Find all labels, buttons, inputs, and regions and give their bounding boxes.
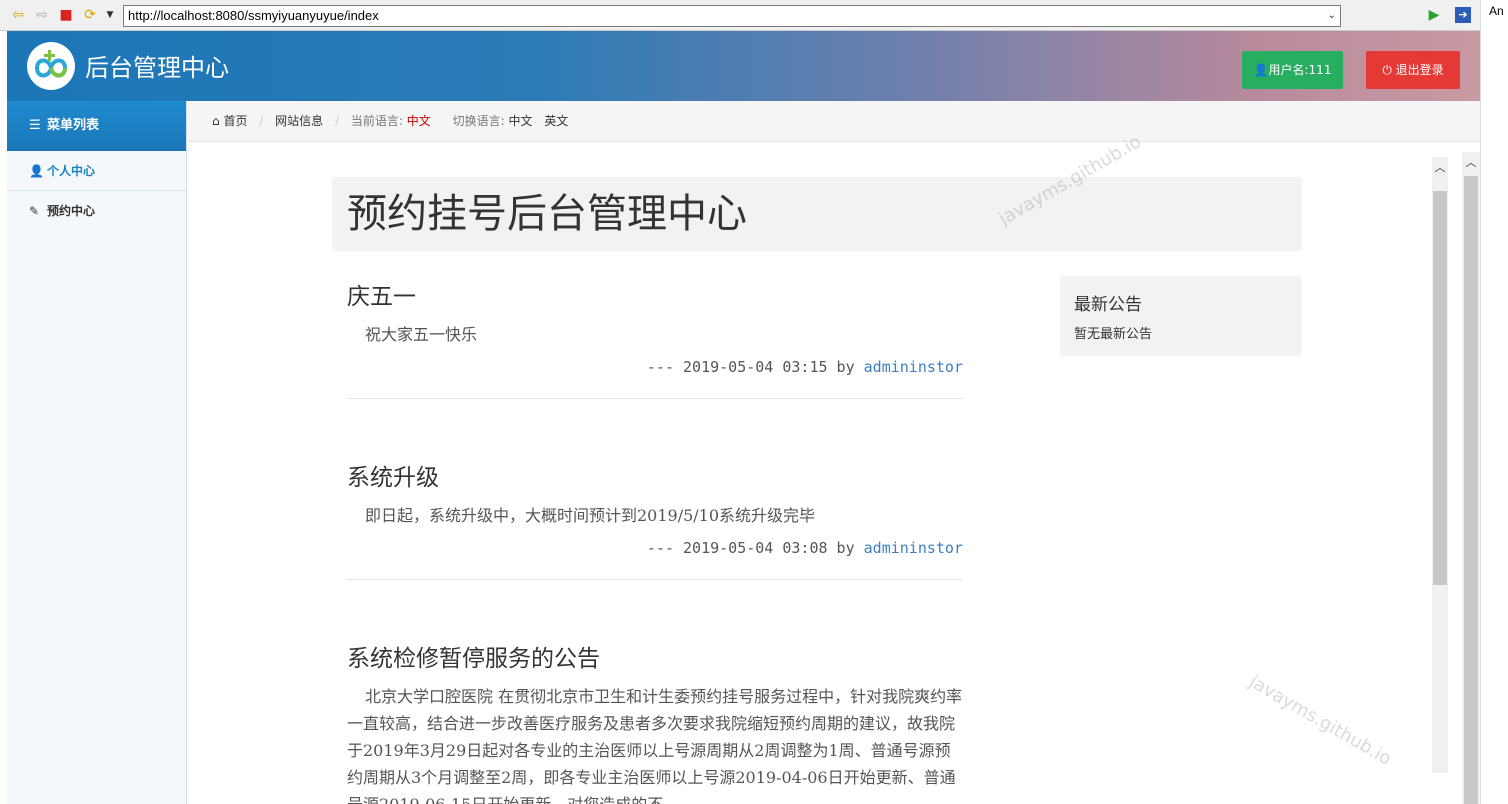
page-title: 预约挂号后台管理中心 bbox=[347, 191, 747, 237]
post-body: 祝大家五一快乐 bbox=[365, 325, 478, 344]
scroll-up-icon[interactable]: ︿ bbox=[1432, 159, 1448, 175]
breadcrumb: ⌂ 首页 / 网站信息 / 当前语言: 中文 切换语言: 中文 英文 bbox=[188, 101, 1480, 142]
user-icon: 👤 bbox=[1253, 63, 1269, 77]
content-scrollbar[interactable]: ︿ bbox=[1432, 157, 1448, 773]
forward-icon[interactable]: ⇨ bbox=[34, 7, 50, 23]
post-body: 北京大学口腔医院 在贯彻北京市卫生和计生委预约挂号服务过程中，针对我院爽约率一直… bbox=[347, 687, 963, 804]
history-dropdown-icon[interactable]: ▼ bbox=[102, 7, 118, 23]
main-content: 预约挂号后台管理中心 庆五一 祝大家五一快乐 --- 2019-05-04 03… bbox=[188, 142, 1433, 804]
extension-icon[interactable]: ➔ bbox=[1455, 7, 1471, 23]
scroll-thumb[interactable] bbox=[1464, 176, 1478, 804]
notice-panel: 最新公告 暂无最新公告 bbox=[1060, 276, 1302, 356]
browser-toolbar: ⇦ ⇨ ■ ⟳ ▼ http://localhost:8080/ssmyiyua… bbox=[0, 0, 1480, 31]
sidebar-item-appointments[interactable]: ✎ 预约中心 bbox=[7, 191, 186, 231]
user-button[interactable]: 👤用户名:111 bbox=[1242, 51, 1343, 89]
switch-lang-label: 切换语言: bbox=[452, 114, 505, 128]
post-title: 系统检修暂停服务的公告 bbox=[347, 646, 600, 672]
power-icon: ⏻ bbox=[1382, 63, 1396, 77]
jumbotron: 预约挂号后台管理中心 bbox=[332, 177, 1302, 251]
lang-zh-link[interactable]: 中文 bbox=[508, 114, 532, 128]
post-item: 系统升级 即日起，系统升级中，大概时间预计到2019/5/10系统升级完毕 --… bbox=[347, 458, 963, 580]
post-title: 庆五一 bbox=[347, 284, 416, 310]
current-lang: 中文 bbox=[406, 114, 431, 128]
home-icon: ⌂ bbox=[212, 114, 220, 128]
chevron-down-icon[interactable]: ⌄ bbox=[1328, 6, 1336, 26]
breadcrumb-home[interactable]: 首页 bbox=[223, 114, 247, 128]
post-meta: --- 2019-05-04 03:15 by admininstor bbox=[347, 358, 963, 399]
back-icon[interactable]: ⇦ bbox=[10, 7, 26, 23]
side-panel: An bbox=[1480, 0, 1508, 804]
stop-icon[interactable]: ■ bbox=[58, 7, 74, 23]
sidebar: ☰ 菜单列表 👤 个人中心 ✎ 预约中心 bbox=[7, 101, 187, 804]
logout-button[interactable]: ⏻ 退出登录 bbox=[1366, 51, 1460, 89]
logo-icon bbox=[27, 42, 75, 90]
sidebar-header: ☰ 菜单列表 bbox=[7, 101, 186, 151]
author-link[interactable]: admininstor bbox=[864, 539, 963, 557]
address-bar[interactable]: http://localhost:8080/ssmyiyuanyuyue/ind… bbox=[123, 5, 1341, 27]
post-item: 系统检修暂停服务的公告 北京大学口腔医院 在贯彻北京市卫生和计生委预约挂号服务过… bbox=[347, 639, 963, 804]
corner-text: An bbox=[1489, 4, 1504, 18]
brand-title: 后台管理中心 bbox=[85, 54, 229, 82]
post-title: 系统升级 bbox=[347, 465, 439, 491]
post-item: 庆五一 祝大家五一快乐 --- 2019-05-04 03:15 by admi… bbox=[347, 277, 963, 399]
list-icon: ☰ bbox=[29, 118, 41, 133]
notice-title: 最新公告 bbox=[1074, 295, 1142, 315]
go-icon[interactable]: ▶ bbox=[1426, 7, 1442, 23]
breadcrumb-site-info[interactable]: 网站信息 bbox=[275, 114, 323, 128]
current-lang-label: 当前语言: bbox=[350, 114, 403, 128]
lang-en-link[interactable]: 英文 bbox=[544, 114, 568, 128]
user-icon: 👤 bbox=[29, 164, 44, 178]
app-header: 后台管理中心 👤用户名:111 ⏻ 退出登录 bbox=[7, 31, 1480, 101]
post-body: 即日起，系统升级中，大概时间预计到2019/5/10系统升级完毕 bbox=[365, 506, 816, 525]
notice-text: 暂无最新公告 bbox=[1074, 327, 1153, 342]
refresh-icon[interactable]: ⟳ bbox=[82, 7, 98, 23]
page-scrollbar[interactable]: ︿ bbox=[1462, 152, 1480, 804]
edit-icon: ✎ bbox=[29, 204, 40, 218]
sidebar-item-profile[interactable]: 👤 个人中心 bbox=[7, 151, 186, 191]
scroll-up-icon[interactable]: ︿ bbox=[1462, 154, 1480, 170]
scroll-thumb[interactable] bbox=[1433, 191, 1447, 585]
url-text: http://localhost:8080/ssmyiyuanyuyue/ind… bbox=[128, 8, 379, 23]
author-link[interactable]: admininstor bbox=[864, 358, 963, 376]
post-meta: --- 2019-05-04 03:08 by admininstor bbox=[347, 539, 963, 580]
